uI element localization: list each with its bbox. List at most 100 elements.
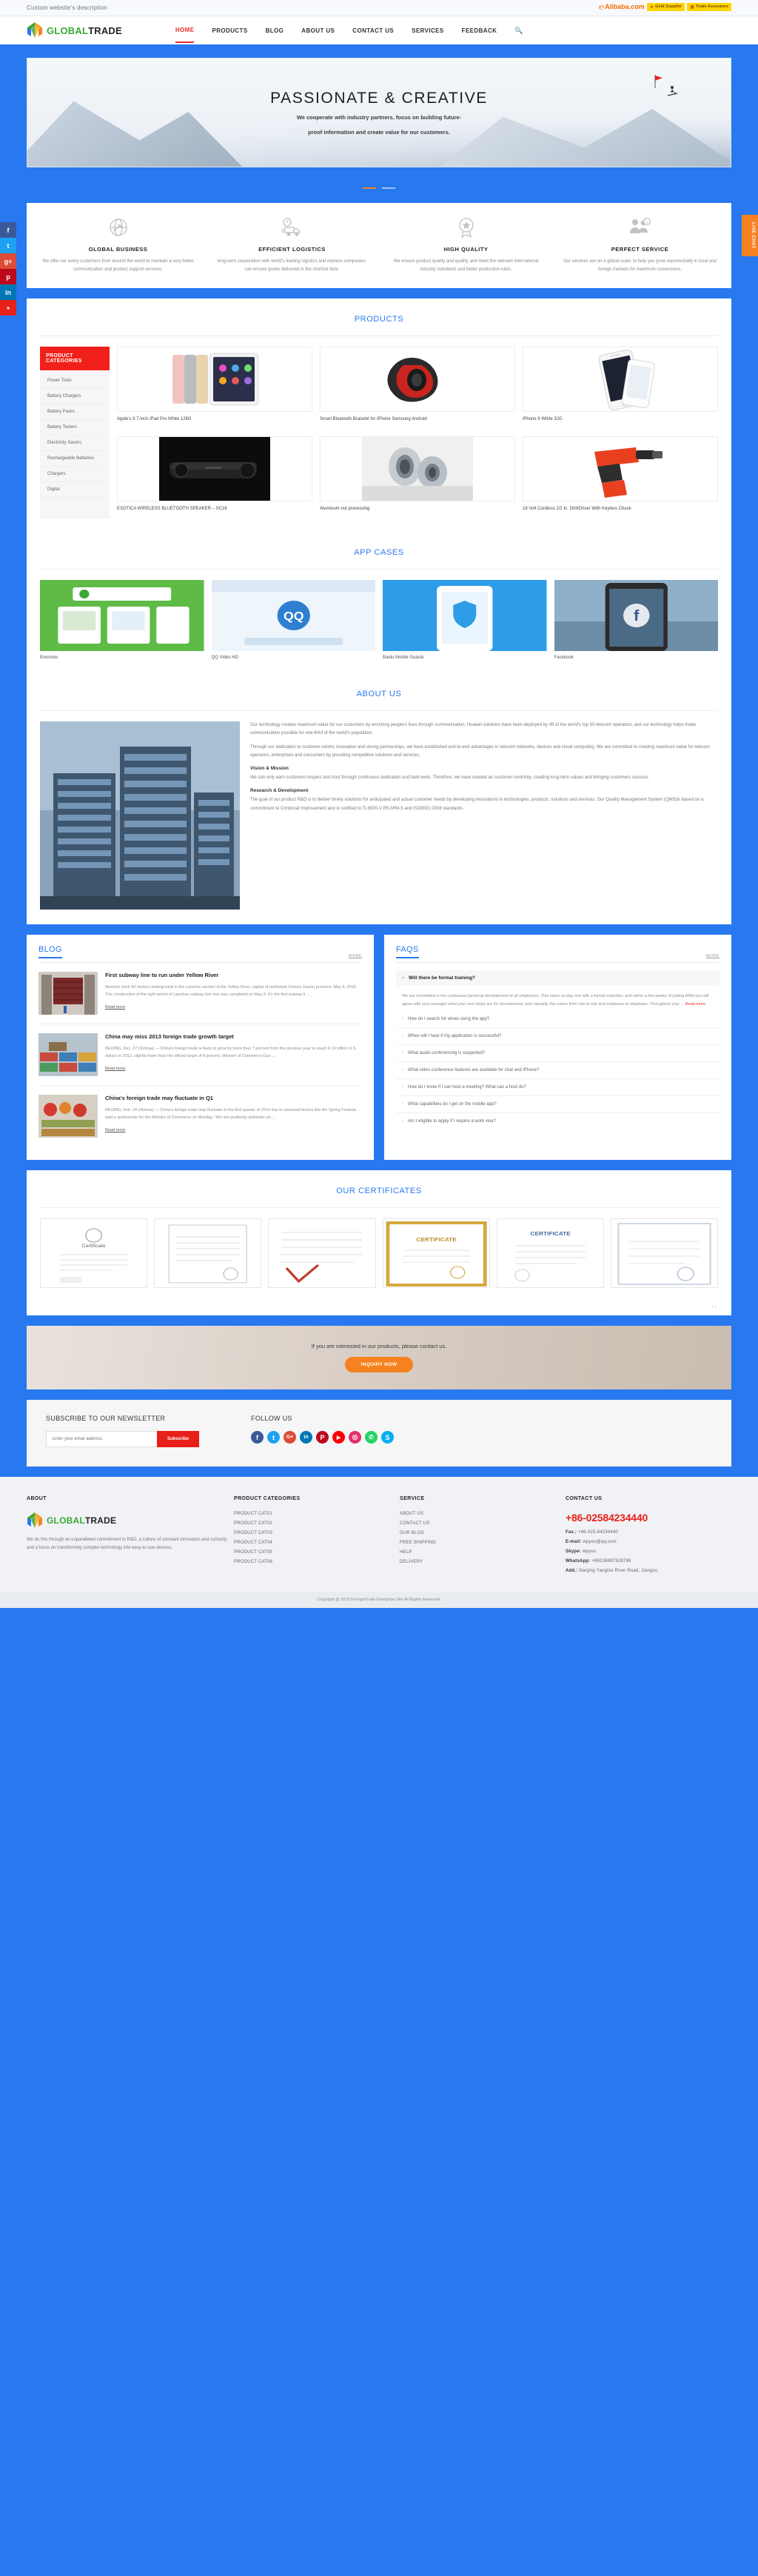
blog-post[interactable]: First subway line to run under Yellow Ri…	[38, 963, 362, 1024]
footer-category-item[interactable]: PRODUCT CAT05	[234, 1550, 400, 1555]
footer-service-item[interactable]: DELIVERY	[400, 1560, 566, 1564]
app-case-card[interactable]: Baidu Mobile Guards	[383, 580, 547, 660]
certificate-item[interactable]: CERTIFICATE	[496, 1218, 604, 1288]
instagram-icon[interactable]: ◎	[349, 1431, 362, 1444]
chevron-right-icon[interactable]: ›	[715, 1304, 717, 1309]
category-item[interactable]: Chargers	[40, 467, 110, 482]
certificate-item[interactable]	[268, 1218, 376, 1288]
app-case-card[interactable]: QQ QQ Video HD	[211, 580, 375, 660]
faq-question-row[interactable]: › What video conference features are avai…	[396, 1062, 720, 1080]
nav-item-products[interactable]: PRODUCTS	[212, 19, 247, 42]
faq-open-question[interactable]: ▾ Will there be formal training?	[396, 970, 720, 986]
certificate-item[interactable]	[154, 1218, 262, 1288]
blog-read-more-link[interactable]: Read more	[105, 1128, 125, 1132]
skype-icon[interactable]: S	[381, 1431, 395, 1444]
faq-question-row[interactable]: › What capabilities do I get on the mobil…	[396, 1096, 720, 1114]
side-pinterest-icon[interactable]: p	[0, 269, 16, 284]
hero-carousel-dots[interactable]	[27, 179, 731, 193]
category-item[interactable]: Battery Packs	[40, 404, 110, 420]
category-item[interactable]: Rechargeable Batteries	[40, 451, 110, 467]
footer-phone[interactable]: +86-02584234440	[566, 1512, 731, 1524]
product-card[interactable]: Apple's 9.7-inch iPad Pro White 128G	[117, 347, 312, 429]
footer-service-item[interactable]: HELP	[400, 1550, 566, 1555]
side-more-icon[interactable]: +	[0, 300, 16, 316]
side-twitter-icon[interactable]: t	[0, 238, 16, 253]
nav-item-contact-us[interactable]: CONTACT US	[352, 19, 394, 42]
footer-category-item[interactable]: PRODUCT CAT04	[234, 1541, 400, 1545]
nav-item-services[interactable]: SERVICES	[412, 19, 444, 42]
blog-post[interactable]: China's foreign trade may fluctuate in Q…	[38, 1086, 362, 1147]
certificates-nav[interactable]: ‹ ›	[27, 1304, 731, 1315]
search-icon[interactable]: 🔍	[514, 27, 523, 35]
site-logo[interactable]: GLOBALTRADE	[27, 21, 122, 39]
product-name: Smart Bluetooth Bracelet for iPhone Sams…	[320, 417, 427, 421]
chevron-right-icon: ›	[402, 1017, 403, 1022]
pinterest-icon[interactable]: P	[316, 1431, 329, 1444]
trade-assurance-badge[interactable]: ▣ Trade Assurance	[687, 2, 731, 11]
linkedin-icon[interactable]: in	[300, 1431, 313, 1444]
blog-read-more-link[interactable]: Read more	[105, 1067, 125, 1071]
inquiry-now-button[interactable]: INQUIRY NOW	[344, 1357, 414, 1372]
footer-category-item[interactable]: PRODUCT CAT03	[234, 1531, 400, 1535]
floating-social-bar[interactable]: f t g+ p in +	[0, 222, 16, 316]
nav-item-home[interactable]: HOME	[175, 19, 195, 43]
svg-text:f: f	[634, 608, 640, 624]
blog-post[interactable]: China may miss 2013 foreign trade growth…	[38, 1024, 362, 1086]
alibaba-logo[interactable]: ℮ Alibaba.com	[599, 2, 645, 11]
footer-logo[interactable]: GLOBALTRADE	[27, 1512, 234, 1529]
product-card[interactable]: iPhone 6 White 32G	[523, 347, 718, 429]
footer-about-column: ABOUT GLOBALTRADE We do this through an …	[27, 1496, 234, 1578]
google-plus-icon[interactable]: G+	[284, 1431, 297, 1444]
footer-category-item[interactable]: PRODUCT CAT06	[234, 1560, 400, 1564]
category-item[interactable]: Battery Chargers	[40, 389, 110, 404]
twitter-icon[interactable]: t	[267, 1431, 281, 1444]
app-case-card[interactable]: f Facebook	[554, 580, 718, 660]
facebook-icon[interactable]: f	[251, 1431, 264, 1444]
faq-question-row[interactable]: › How do I know if I can host a meeting? …	[396, 1079, 720, 1097]
newsletter-email-input[interactable]	[46, 1431, 157, 1447]
product-card[interactable]: ESOTICA WIRELESS BLUETOOTH SPEAKER – SC1…	[117, 436, 312, 518]
blog-more-link[interactable]: MORE	[349, 954, 362, 958]
nav-item-blog[interactable]: BLOG	[266, 19, 284, 42]
category-item[interactable]: Electricity Savers	[40, 436, 110, 451]
faq-question-row[interactable]: › Am I eligible to apply if I require a w…	[396, 1113, 720, 1129]
side-facebook-icon[interactable]: f	[0, 222, 16, 238]
nav-item-about-us[interactable]: ABOUT US	[301, 19, 335, 42]
product-card[interactable]: Aluminum nut processing	[320, 436, 515, 518]
app-case-card[interactable]: Evernote	[40, 580, 204, 660]
footer-email-value[interactable]: wpyou@qq.com	[583, 1540, 617, 1544]
category-item[interactable]: Digital	[40, 482, 110, 498]
category-item[interactable]: Battery Testers	[40, 420, 110, 436]
youtube-icon[interactable]: ▶	[332, 1431, 346, 1444]
faq-question-row[interactable]: › When will I hear if my application is s…	[396, 1028, 720, 1046]
whatsapp-icon[interactable]: ✆	[365, 1431, 378, 1444]
side-googleplus-icon[interactable]: g+	[0, 253, 16, 269]
footer-service-item[interactable]: OUR BLOG	[400, 1531, 566, 1535]
product-card[interactable]: 18 Volt Cordless 1/2 In. Drill/Driver Wi…	[523, 436, 718, 518]
live-chat-button[interactable]: LIVE CHAT	[742, 215, 758, 256]
product-card[interactable]: Smart Bluetooth Bracelet for iPhone Sams…	[320, 347, 515, 429]
subscribe-button[interactable]: Subscribe	[157, 1431, 200, 1447]
hero-dot-1[interactable]	[362, 187, 376, 189]
faq-more-link[interactable]: MORE	[706, 954, 720, 958]
faq-question-row[interactable]: › How do I search for wines using the app…	[396, 1011, 720, 1029]
certificate-item[interactable]: CERTIFICATE	[382, 1218, 490, 1288]
chevron-left-icon[interactable]: ‹	[711, 1304, 713, 1309]
faq-question-row[interactable]: › What audio conferencing is supported?	[396, 1045, 720, 1063]
faq-read-more-link[interactable]: Read more	[685, 1002, 705, 1007]
certificate-item[interactable]: Certificate	[40, 1218, 148, 1288]
category-item[interactable]: Power Tools	[40, 373, 110, 389]
footer-category-item[interactable]: PRODUCT CAT01	[234, 1512, 400, 1516]
footer-service-item[interactable]: ABOUT US	[400, 1512, 566, 1516]
footer-category-item[interactable]: PRODUCT CAT02	[234, 1521, 400, 1526]
hero-dot-2[interactable]	[382, 187, 396, 189]
side-linkedin-icon[interactable]: in	[0, 284, 16, 300]
blog-read-more-link[interactable]: Read more	[105, 1005, 125, 1010]
footer-service-item[interactable]: CONTACT US	[400, 1521, 566, 1526]
footer-skype-value[interactable]: wpyou	[583, 1549, 596, 1554]
blog-post-title: China's foreign trade may fluctuate in Q…	[105, 1095, 213, 1101]
certificate-item[interactable]	[610, 1218, 719, 1288]
gold-supplier-badge[interactable]: ★ Gold Supplier	[646, 2, 685, 11]
nav-item-feedback[interactable]: FEEDBACK	[462, 19, 497, 42]
footer-service-item[interactable]: FREE SHIPPING	[400, 1541, 566, 1545]
